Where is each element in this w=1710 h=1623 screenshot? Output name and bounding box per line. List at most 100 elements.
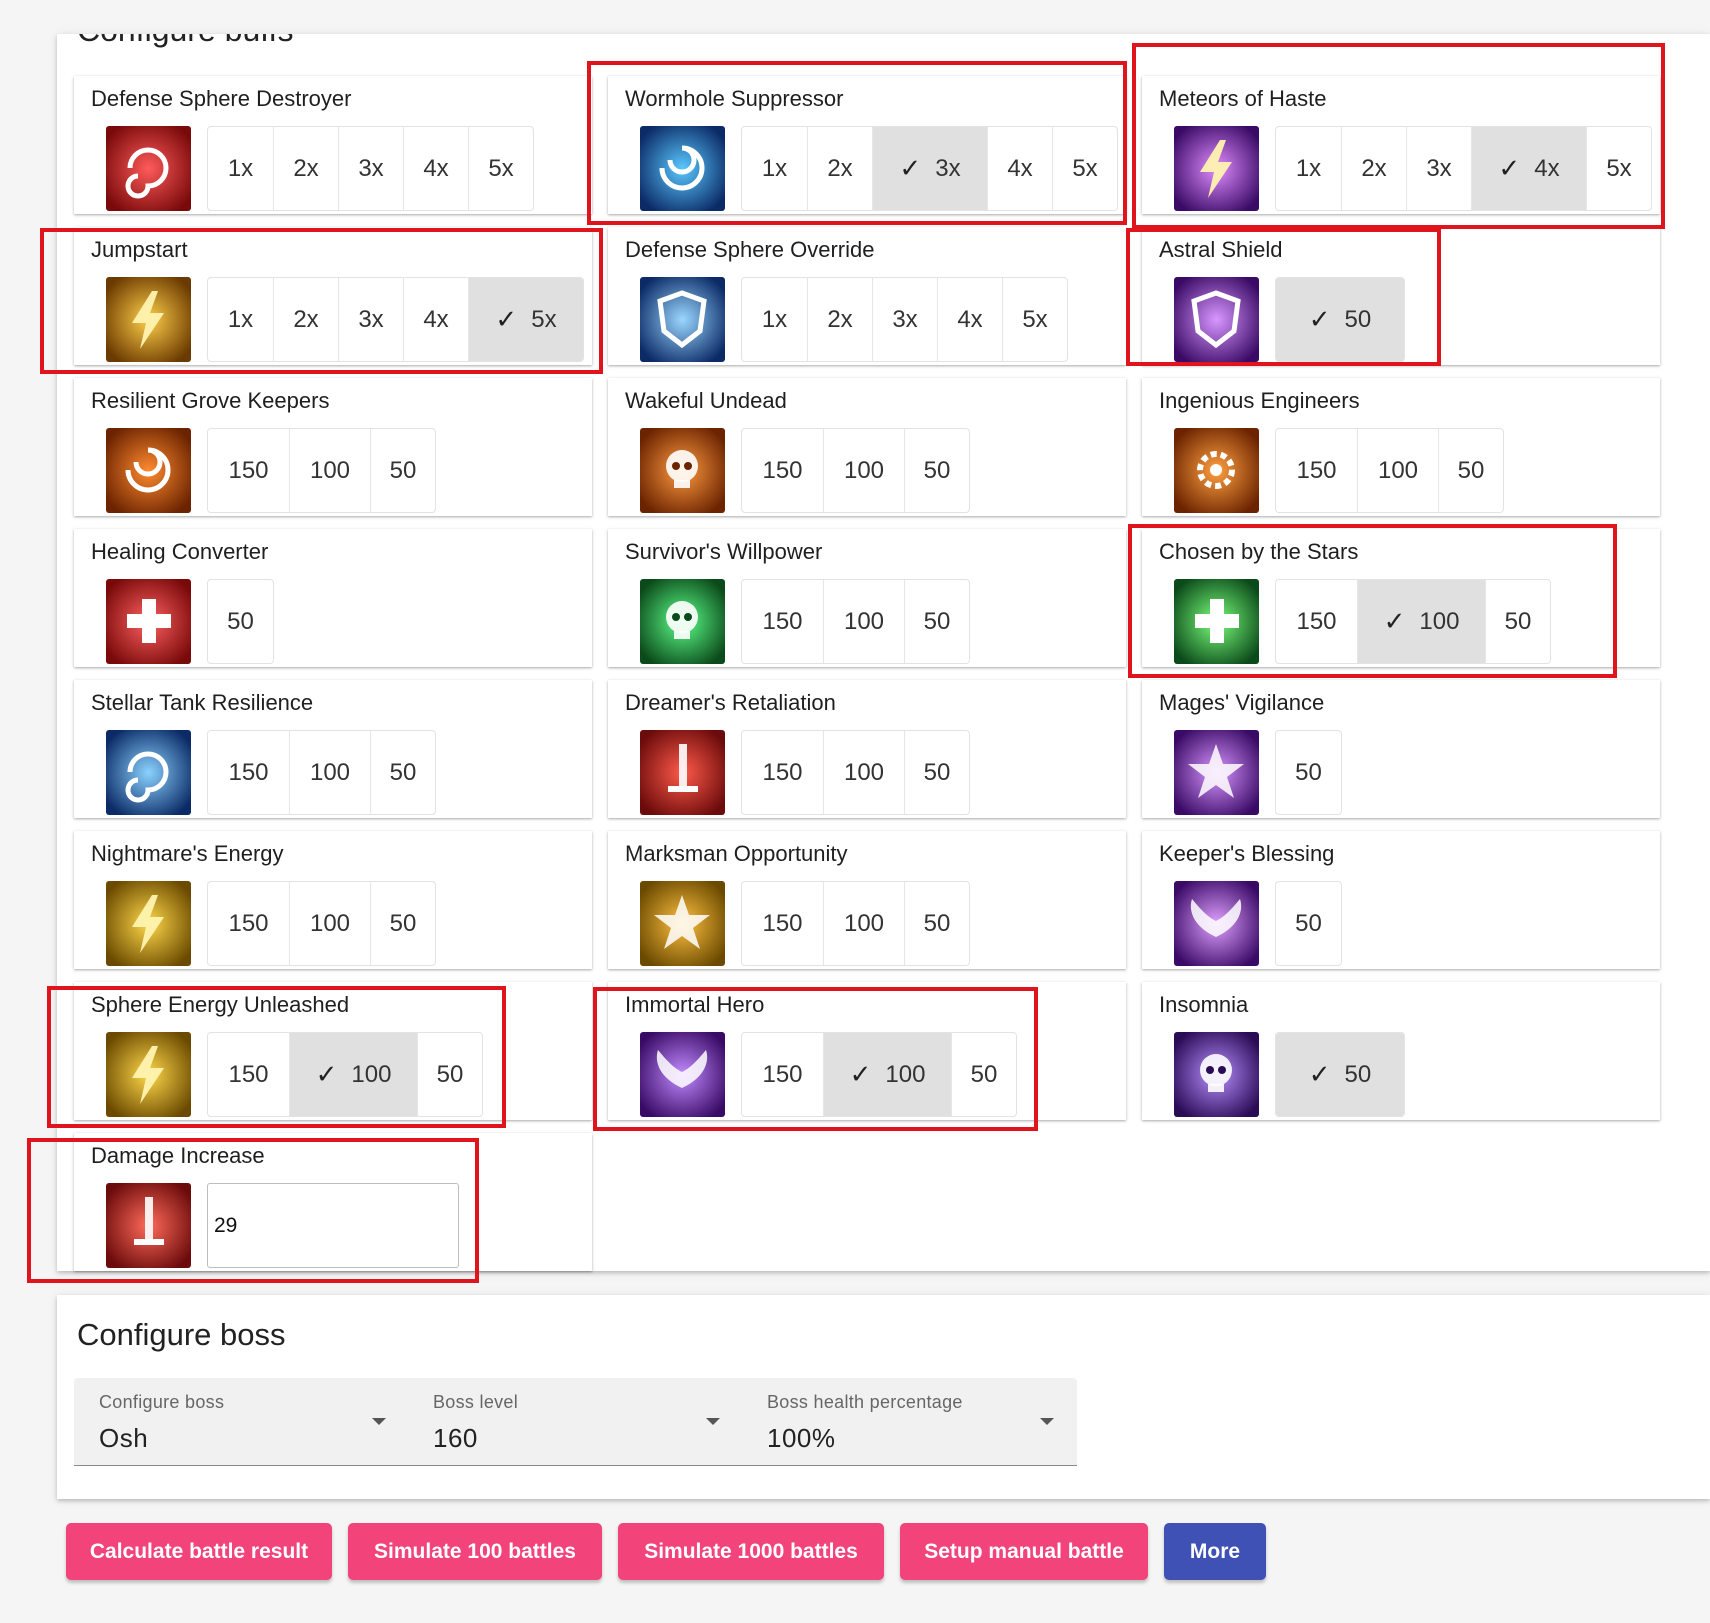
- buff-name: Immortal Hero: [625, 992, 765, 1017]
- buff-option-3x[interactable]: ✓ 3x: [872, 127, 987, 210]
- buff-option-150[interactable]: 150: [208, 882, 289, 965]
- setup-manual-battle-button[interactable]: Setup manual battle: [900, 1523, 1148, 1580]
- buff-option-4x[interactable]: 4x: [937, 278, 1002, 361]
- buff-option-50[interactable]: 50: [370, 882, 435, 965]
- buff-option-4x[interactable]: 4x: [403, 278, 468, 361]
- configure-buffs-panel: Configure buffs Defense Sphere Destroyer…: [57, 34, 1710, 1271]
- buff-card-damage-increase: Damage Increase 29: [74, 1133, 592, 1271]
- buff-option-4x[interactable]: ✓ 4x: [1471, 127, 1586, 210]
- buff-option-100[interactable]: 100: [1357, 429, 1438, 512]
- buff-option-150[interactable]: 150: [1276, 580, 1357, 663]
- simulate-1000-battles-button[interactable]: Simulate 1000 battles: [618, 1523, 884, 1580]
- buff-option-label: 100: [843, 456, 885, 484]
- buff-option-150[interactable]: 150: [208, 731, 289, 814]
- buff-option-150[interactable]: 150: [742, 580, 823, 663]
- buff-option-150[interactable]: 150: [742, 429, 823, 512]
- healing-converter-icon: [106, 579, 191, 664]
- buff-option-100[interactable]: 100: [823, 429, 904, 512]
- buff-option-50[interactable]: 50: [1276, 731, 1341, 814]
- buff-option-group: 150 ✓ 100 50: [207, 1032, 483, 1117]
- chosen-by-the-stars-icon: [1174, 579, 1259, 664]
- buff-option-label: 50: [436, 1060, 464, 1088]
- more-button[interactable]: More: [1164, 1523, 1266, 1580]
- buff-option-2x[interactable]: 2x: [273, 278, 338, 361]
- buff-option-100[interactable]: 100: [823, 580, 904, 663]
- buff-option-50[interactable]: 50: [370, 731, 435, 814]
- buff-option-2x[interactable]: 2x: [273, 127, 338, 210]
- buff-option-label: 2x: [827, 154, 853, 182]
- buff-option-group: 150 100 50: [741, 730, 970, 815]
- buff-option-label: 50: [970, 1060, 998, 1088]
- buff-option-5x[interactable]: 5x: [1052, 127, 1117, 210]
- buff-option-label: 50: [1295, 909, 1322, 937]
- buff-option-50[interactable]: 50: [904, 882, 969, 965]
- buff-option-50[interactable]: 50: [1485, 580, 1550, 663]
- buff-option-1x[interactable]: 1x: [742, 278, 807, 361]
- buff-option-5x[interactable]: 5x: [468, 127, 533, 210]
- buff-option-150[interactable]: 150: [208, 429, 289, 512]
- buff-option-3x[interactable]: 3x: [338, 278, 403, 361]
- damage-increase-input[interactable]: 29: [207, 1183, 459, 1268]
- buff-option-100[interactable]: ✓ 100: [289, 1033, 417, 1116]
- astral-shield-icon: [1174, 277, 1259, 362]
- buff-option-150[interactable]: 150: [1276, 429, 1357, 512]
- simulate-100-battles-button[interactable]: Simulate 100 battles: [348, 1523, 602, 1580]
- buff-option-150[interactable]: 150: [742, 882, 823, 965]
- buff-option-1x[interactable]: 1x: [1276, 127, 1341, 210]
- boss-select[interactable]: Configure boss Osh: [74, 1378, 408, 1466]
- buff-option-1x[interactable]: 1x: [742, 127, 807, 210]
- buff-option-50[interactable]: 50: [208, 580, 273, 663]
- buff-option-5x[interactable]: 5x: [1586, 127, 1651, 210]
- buff-option-150[interactable]: 150: [208, 1033, 289, 1116]
- buff-option-1x[interactable]: 1x: [208, 278, 273, 361]
- buff-option-label: 50: [923, 909, 951, 937]
- buff-option-50[interactable]: ✓ 50: [1276, 1033, 1404, 1116]
- buff-option-50[interactable]: 50: [904, 429, 969, 512]
- buff-option-1x[interactable]: 1x: [208, 127, 273, 210]
- buff-card-immortal-hero: Immortal Hero 150 ✓ 100 50: [608, 982, 1126, 1120]
- buff-option-3x[interactable]: 3x: [338, 127, 403, 210]
- buff-option-100[interactable]: 100: [823, 731, 904, 814]
- buff-option-50[interactable]: 50: [1438, 429, 1503, 512]
- buff-option-group: 50: [1275, 730, 1342, 815]
- buff-option-label: 150: [228, 909, 269, 937]
- buff-option-label: 50: [1295, 758, 1322, 786]
- buff-option-150[interactable]: 150: [742, 731, 823, 814]
- buff-option-50[interactable]: 50: [904, 580, 969, 663]
- boss-level-select[interactable]: Boss level 160: [408, 1378, 742, 1466]
- buff-option-label: 3x: [892, 305, 918, 333]
- stellar-tank-resilience-icon: [106, 730, 191, 815]
- buff-option-50[interactable]: 50: [417, 1033, 482, 1116]
- buff-option-2x[interactable]: 2x: [1341, 127, 1406, 210]
- buff-option-50[interactable]: 50: [951, 1033, 1016, 1116]
- buff-option-label: 100: [885, 1060, 926, 1088]
- buff-option-50[interactable]: 50: [1276, 882, 1341, 965]
- buff-option-5x[interactable]: ✓ 5x: [468, 278, 583, 361]
- buff-option-50[interactable]: 50: [370, 429, 435, 512]
- buff-option-2x[interactable]: 2x: [807, 278, 872, 361]
- buff-option-label: 3x: [1426, 154, 1452, 182]
- buff-option-100[interactable]: 100: [823, 882, 904, 965]
- buff-option-50[interactable]: ✓ 50: [1276, 278, 1404, 361]
- buff-option-100[interactable]: 100: [289, 882, 370, 965]
- buff-option-50[interactable]: 50: [904, 731, 969, 814]
- buff-option-150[interactable]: 150: [742, 1033, 823, 1116]
- buff-option-100[interactable]: ✓ 100: [823, 1033, 951, 1116]
- buff-option-100[interactable]: 100: [289, 429, 370, 512]
- boss-health-select[interactable]: Boss health percentage 100%: [742, 1378, 1076, 1466]
- buff-option-3x[interactable]: 3x: [872, 278, 937, 361]
- calculate-battle-result-button[interactable]: Calculate battle result: [66, 1523, 332, 1580]
- buff-option-group: ✓ 50: [1275, 277, 1405, 362]
- buff-option-group: 1x 2x 3x 4x 5x: [207, 126, 534, 211]
- buff-option-4x[interactable]: 4x: [403, 127, 468, 210]
- configure-boss-panel: Configure boss Configure boss Osh Boss l…: [57, 1295, 1710, 1499]
- buff-option-100[interactable]: 100: [289, 731, 370, 814]
- buff-option-100[interactable]: ✓ 100: [1357, 580, 1485, 663]
- buff-option-2x[interactable]: 2x: [807, 127, 872, 210]
- buff-name: Stellar Tank Resilience: [91, 690, 314, 715]
- buff-option-3x[interactable]: 3x: [1406, 127, 1471, 210]
- buff-option-label: 4x: [423, 154, 449, 182]
- buff-option-label: 3x: [935, 154, 961, 182]
- buff-option-4x[interactable]: 4x: [987, 127, 1052, 210]
- buff-option-5x[interactable]: 5x: [1002, 278, 1067, 361]
